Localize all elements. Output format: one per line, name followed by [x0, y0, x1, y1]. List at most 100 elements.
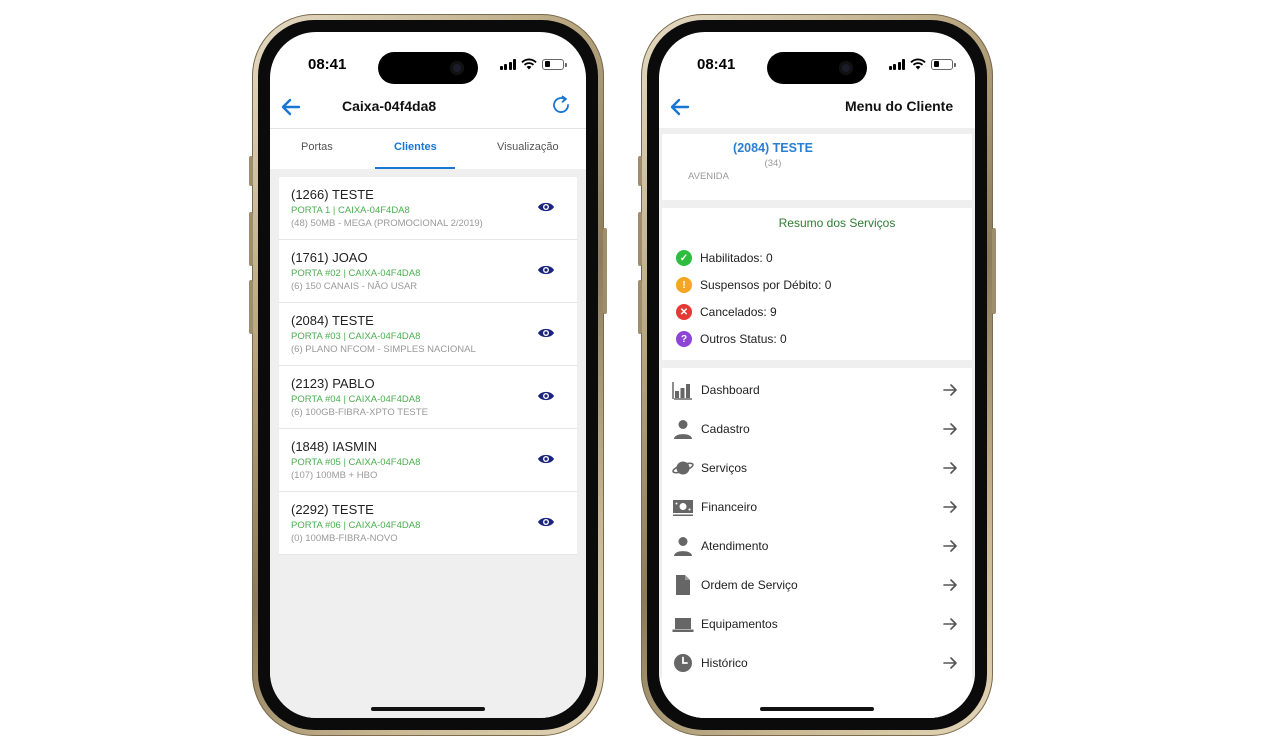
screen-menu-cliente: 08:41 Menu do Cliente (2084) TESTE (34) … — [659, 32, 975, 718]
menu-item-dashboard[interactable]: Dashboard — [662, 371, 972, 409]
dynamic-island — [378, 52, 478, 84]
exclamation-icon: ! — [676, 277, 692, 293]
menu-item-servicos[interactable]: Serviços — [662, 449, 972, 487]
list-item[interactable]: (2084) TESTE PORTA #03 | CAIXA-04F4DA8 (… — [279, 303, 577, 366]
nav-header: Caixa-04f4da8 — [270, 88, 586, 128]
status-icons — [499, 58, 567, 70]
signal-icon — [499, 58, 516, 70]
client-name: (1266) TESTE — [291, 187, 374, 202]
client-plan: (107) 100MB + HBO — [291, 470, 378, 481]
client-plan: (48) 50MB - MEGA (PROMOCIONAL 2/2019) — [291, 218, 483, 229]
arrow-right-icon — [943, 501, 957, 513]
stat-suspensos: ! Suspensos por Débito: 0 — [676, 277, 831, 293]
nav-header: Menu do Cliente — [659, 88, 975, 128]
page-title: Caixa-04f4da8 — [342, 98, 437, 114]
tab-visualizacao[interactable]: Visualização — [497, 141, 559, 153]
menu-item-financeiro[interactable]: Financeiro — [662, 488, 972, 526]
camera-icon — [839, 61, 853, 75]
dynamic-island — [767, 52, 867, 84]
client-plan: (0) 100MB-FIBRA-NOVO — [291, 533, 398, 544]
tab-clientes[interactable]: Clientes — [394, 141, 437, 153]
money-icon — [673, 500, 693, 516]
menu-label: Cadastro — [701, 422, 750, 436]
back-arrow-icon[interactable] — [669, 96, 691, 118]
client-name: (2084) TESTE — [291, 313, 374, 328]
arrow-right-icon — [943, 579, 957, 591]
volume-down-button — [249, 280, 253, 334]
eye-icon[interactable] — [537, 389, 555, 403]
menu-label: Atendimento — [701, 539, 769, 553]
menu-item-historico[interactable]: Histórico — [662, 644, 972, 682]
menu-item-atendimento[interactable]: Atendimento — [662, 527, 972, 565]
status-icons — [888, 58, 956, 70]
client-address: AVENIDA — [688, 171, 730, 182]
client-port: PORTA #06 | CAIXA-04F4DA8 — [291, 520, 421, 531]
client-number: (34) — [764, 158, 782, 169]
client-plan: (6) 150 CANAIS - NÃO USAR — [291, 281, 418, 292]
list-item[interactable]: (1761) JOAO PORTA #02 | CAIXA-04F4DA8 (6… — [279, 240, 577, 303]
signal-icon — [888, 58, 905, 70]
client-header: (2084) TESTE (34) AVENIDA — [662, 134, 972, 200]
battery-icon — [542, 58, 567, 70]
bezel: 08:41 Menu do Cliente (2084) TESTE (34) … — [647, 20, 987, 730]
client-port: PORTA #02 | CAIXA-04F4DA8 — [291, 268, 421, 279]
client-menu: Dashboard Cadastro Serviços Financeiro A… — [662, 368, 972, 678]
arrow-right-icon — [943, 657, 957, 669]
mute-switch — [249, 156, 253, 186]
client-name: (1761) JOAO — [291, 250, 368, 265]
menu-item-cadastro[interactable]: Cadastro — [662, 410, 972, 448]
status-time: 08:41 — [308, 56, 347, 73]
client-port: PORTA #05 | CAIXA-04F4DA8 — [291, 457, 421, 468]
client-port: PORTA #04 | CAIXA-04F4DA8 — [291, 394, 421, 405]
menu-item-ordem-servico[interactable]: Ordem de Serviço — [662, 566, 972, 604]
menu-label: Equipamentos — [701, 617, 778, 631]
arrow-right-icon — [943, 462, 957, 474]
close-icon: ✕ — [676, 304, 692, 320]
bezel: 08:41 Caixa-04f4da8 Portas Clientes Visu… — [258, 20, 598, 730]
mute-switch — [638, 156, 642, 186]
screen-clientes: 08:41 Caixa-04f4da8 Portas Clientes Visu… — [270, 32, 586, 718]
stat-habilitados: ✓ Habilitados: 0 — [676, 250, 773, 266]
list-item[interactable]: (1266) TESTE PORTA 1 | CAIXA-04F4DA8 (48… — [279, 177, 577, 240]
list-item[interactable]: (2123) PABLO PORTA #04 | CAIXA-04F4DA8 (… — [279, 366, 577, 429]
menu-label: Serviços — [701, 461, 748, 475]
eye-icon[interactable] — [537, 263, 555, 277]
status-time: 08:41 — [697, 56, 736, 73]
laptop-icon — [672, 618, 694, 632]
menu-label: Dashboard — [701, 383, 760, 397]
volume-up-button — [638, 212, 642, 266]
power-button — [992, 228, 996, 314]
volume-down-button — [638, 280, 642, 334]
eye-icon[interactable] — [537, 452, 555, 466]
eye-icon[interactable] — [537, 200, 555, 214]
clock-icon — [674, 654, 692, 672]
camera-icon — [450, 61, 464, 75]
question-icon: ? — [676, 331, 692, 347]
list-item[interactable]: (1848) IASMIN PORTA #05 | CAIXA-04F4DA8 … — [279, 429, 577, 492]
arrow-right-icon — [943, 540, 957, 552]
bottom-area — [659, 678, 975, 718]
menu-label: Financeiro — [701, 500, 758, 514]
menu-label: Histórico — [701, 656, 748, 670]
arrow-right-icon — [943, 384, 957, 396]
home-indicator[interactable] — [760, 707, 874, 711]
eye-icon[interactable] — [537, 326, 555, 340]
battery-icon — [931, 58, 956, 70]
home-indicator[interactable] — [371, 707, 485, 711]
menu-item-equipamentos[interactable]: Equipamentos — [662, 605, 972, 643]
list-item[interactable]: (2292) TESTE PORTA #06 | CAIXA-04F4DA8 (… — [279, 492, 577, 555]
stat-outros: ? Outros Status: 0 — [676, 331, 787, 347]
wifi-icon — [521, 58, 537, 70]
planet-icon — [672, 461, 694, 475]
back-arrow-icon[interactable] — [280, 96, 302, 118]
power-button — [603, 228, 607, 314]
person-icon — [674, 537, 692, 556]
refresh-icon[interactable] — [550, 94, 572, 116]
client-name: (2084) TESTE — [733, 141, 813, 155]
stat-label: Cancelados: 9 — [700, 305, 777, 319]
client-name: (1848) IASMIN — [291, 439, 377, 454]
tab-bar: Portas Clientes Visualização — [270, 128, 586, 170]
tab-portas[interactable]: Portas — [301, 141, 333, 153]
page-title: Menu do Cliente — [845, 98, 954, 114]
eye-icon[interactable] — [537, 515, 555, 529]
